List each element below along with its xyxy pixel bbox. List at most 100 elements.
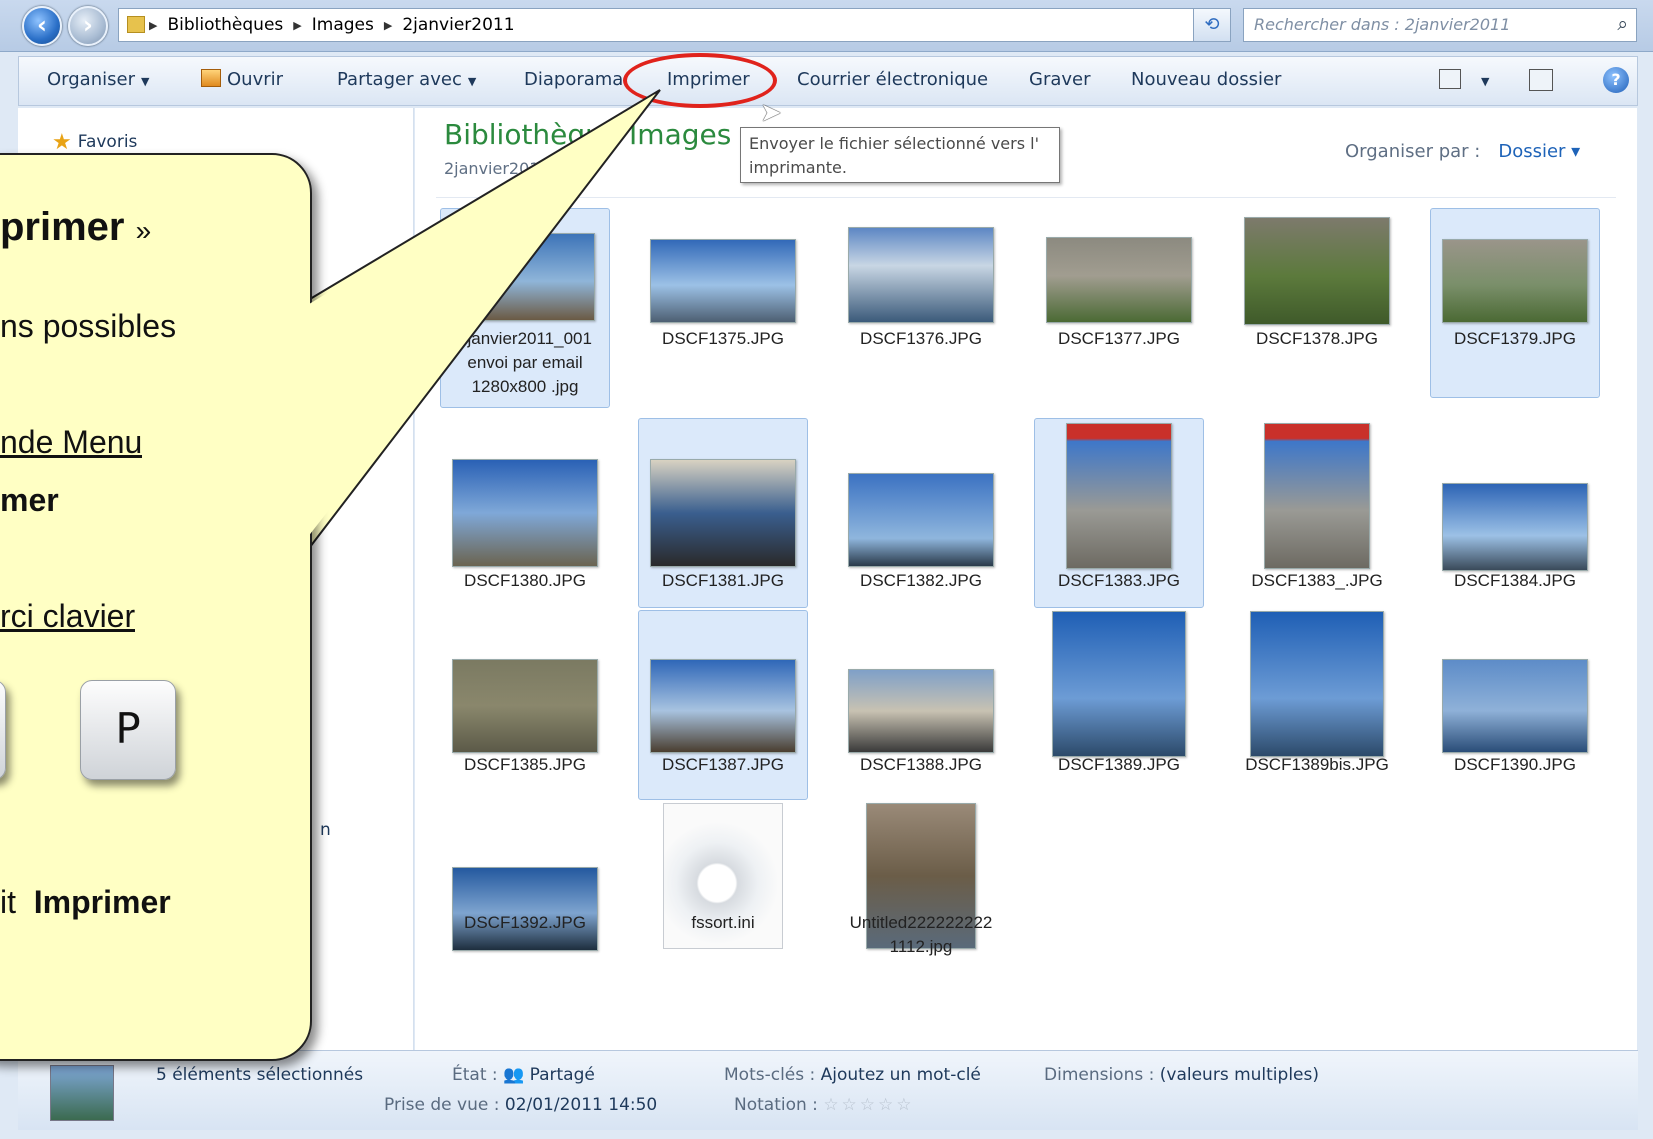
callout-line1: ns possibles: [0, 308, 177, 344]
file-tile[interactable]: DSCF1384.JPG: [1430, 418, 1600, 608]
dimensions-label: Dimensions :: [1044, 1065, 1155, 1085]
file-tile[interactable]: DSCF1378.JPG: [1232, 208, 1402, 398]
image-thumbnail: [1046, 237, 1192, 323]
file-name: DSCF1389.JPG: [1058, 755, 1180, 774]
taken-label: Prise de vue :: [384, 1095, 500, 1115]
file-tile[interactable]: DSCF1392.JPG: [440, 802, 610, 992]
favorites-label: Favoris: [77, 132, 138, 152]
refresh-button[interactable]: ⟲: [1193, 8, 1231, 42]
file-tile[interactable]: fssort.ini: [638, 802, 808, 992]
file-tile[interactable]: DSCF1383_.JPG: [1232, 418, 1402, 608]
share-people-icon: 👥: [503, 1065, 525, 1085]
email-button[interactable]: Courrier électronique: [797, 69, 988, 90]
file-tile[interactable]: DSCF1385.JPG: [440, 610, 610, 800]
file-tile[interactable]: DSCF1375.JPG: [638, 208, 808, 398]
breadcrumb-folder[interactable]: 2janvier2011: [402, 15, 514, 35]
sidebar-item-truncated[interactable]: n: [320, 820, 331, 840]
image-thumbnail: [848, 669, 994, 753]
email-label: Courrier électronique: [797, 69, 989, 90]
arrow-right-icon: ›: [83, 11, 93, 39]
taken-field: Prise de vue : 02/01/2011 14:50: [384, 1095, 657, 1115]
address-row: ‹ › ▶ Bibliothèques ▶ Images ▶ 2janvier2…: [0, 0, 1653, 52]
dimensions-value: (valeurs multiples): [1159, 1065, 1319, 1085]
file-name: 2janvier2011_001 envoi par email 1280x80…: [458, 329, 592, 396]
file-tile[interactable]: Untitled2222222221112.jpg: [836, 802, 1006, 1002]
arrange-by: Organiser par : Dossier ▾: [1345, 141, 1580, 162]
help-icon[interactable]: ?: [1603, 67, 1629, 93]
image-thumbnail: [452, 659, 598, 753]
chevron-right-icon: ▶: [149, 18, 158, 32]
state-value: Partagé: [529, 1065, 595, 1085]
keywords-value[interactable]: Ajoutez un mot-clé: [821, 1065, 981, 1085]
new-folder-button[interactable]: Nouveau dossier: [1131, 69, 1281, 90]
file-tile[interactable]: DSCF1380.JPG: [440, 418, 610, 608]
image-thumbnail: [848, 473, 994, 567]
share-button[interactable]: Partager avec ▼: [337, 69, 476, 90]
file-tile[interactable]: 2janvier2011_001 envoi par email 1280x80…: [440, 208, 610, 408]
view-options-icon[interactable]: [1439, 69, 1461, 89]
image-thumbnail: [1066, 423, 1172, 569]
state-field: État : 👥 Partagé: [452, 1065, 595, 1085]
image-thumbnail: [1442, 483, 1588, 571]
search-input[interactable]: Rechercher dans : 2janvier2011 ⌕: [1243, 8, 1637, 42]
star-icon: ★: [52, 130, 72, 155]
image-thumbnail: [1244, 217, 1390, 325]
new-folder-label: Nouveau dossier: [1131, 69, 1282, 90]
sidebar-item-favorites[interactable]: ★ Favoris: [52, 130, 137, 155]
file-tile[interactable]: DSCF1377.JPG: [1034, 208, 1204, 398]
rating-label: Notation :: [734, 1095, 818, 1115]
details-pane: 5 éléments sélectionnés État : 👥 Partagé…: [18, 1050, 1638, 1130]
image-thumbnail: [452, 867, 598, 951]
file-name: DSCF1376.JPG: [860, 329, 982, 348]
file-tile[interactable]: DSCF1381.JPG: [638, 418, 808, 608]
back-button[interactable]: ‹: [22, 6, 62, 46]
search-placeholder: Rechercher dans : 2janvier2011: [1254, 15, 1511, 34]
file-tile[interactable]: DSCF1382.JPG: [836, 418, 1006, 608]
forward-button[interactable]: ›: [68, 6, 108, 46]
file-name: DSCF1375.JPG: [662, 329, 784, 348]
file-name: Untitled2222222221112.jpg: [849, 913, 993, 956]
open-button[interactable]: Ouvrir: [201, 69, 283, 90]
open-label: Ouvrir: [227, 69, 284, 90]
image-thumbnail: [650, 459, 796, 567]
file-name: DSCF1384.JPG: [1454, 571, 1576, 590]
file-name: DSCF1378.JPG: [1256, 329, 1378, 348]
file-tile[interactable]: DSCF1376.JPG: [836, 208, 1006, 398]
file-name: DSCF1388.JPG: [860, 755, 982, 774]
rating-field[interactable]: Notation : ☆☆☆☆☆: [734, 1095, 915, 1115]
file-name: DSCF1377.JPG: [1058, 329, 1180, 348]
callout-line3: mer: [0, 482, 59, 518]
keywords-field[interactable]: Mots-clés : Ajoutez un mot-clé: [724, 1065, 981, 1085]
search-icon[interactable]: ⌕: [1617, 13, 1628, 35]
file-tile[interactable]: DSCF1383.JPG: [1034, 418, 1204, 608]
address-bar[interactable]: ▶ Bibliothèques ▶ Images ▶ 2janvier2011 …: [118, 8, 1223, 42]
rating-stars-icon[interactable]: ☆☆☆☆☆: [823, 1095, 914, 1115]
burn-button[interactable]: Graver: [1029, 69, 1091, 90]
open-icon: [201, 69, 221, 87]
file-name: DSCF1381.JPG: [662, 571, 784, 590]
image-thumbnail: [1442, 659, 1588, 753]
breadcrumb-images[interactable]: Images: [312, 15, 374, 35]
file-tile[interactable]: DSCF1388.JPG: [836, 610, 1006, 800]
burn-label: Graver: [1029, 69, 1091, 90]
file-name: DSCF1390.JPG: [1454, 755, 1576, 774]
file-tile[interactable]: DSCF1387.JPG: [638, 610, 808, 800]
arrow-left-icon: ‹: [37, 11, 47, 39]
preview-pane-icon[interactable]: [1529, 69, 1553, 91]
arrange-dropdown[interactable]: Dossier ▾: [1498, 141, 1580, 162]
organize-button[interactable]: Organiser ▼: [47, 69, 149, 90]
image-thumbnail: [650, 659, 796, 753]
mouse-cursor-icon: ➤: [760, 98, 782, 128]
file-tile[interactable]: DSCF1379.JPG: [1430, 208, 1600, 398]
slideshow-button[interactable]: Diaporama: [524, 69, 623, 90]
file-tile[interactable]: DSCF1389.JPG: [1034, 610, 1204, 800]
breadcrumb-libraries[interactable]: Bibliothèques: [167, 15, 283, 35]
file-name: DSCF1387.JPG: [662, 755, 784, 774]
file-name: DSCF1380.JPG: [464, 571, 586, 590]
command-bar: Organiser ▼ Ouvrir Partager avec ▼ Diapora…: [18, 56, 1638, 106]
file-tile[interactable]: DSCF1389bis.JPG: [1232, 610, 1402, 800]
callout-line5-text: it: [0, 884, 16, 920]
file-tile[interactable]: DSCF1390.JPG: [1430, 610, 1600, 800]
chevron-down-icon[interactable]: ▼: [1481, 75, 1489, 88]
callout-line5: it Imprimer: [0, 884, 171, 921]
